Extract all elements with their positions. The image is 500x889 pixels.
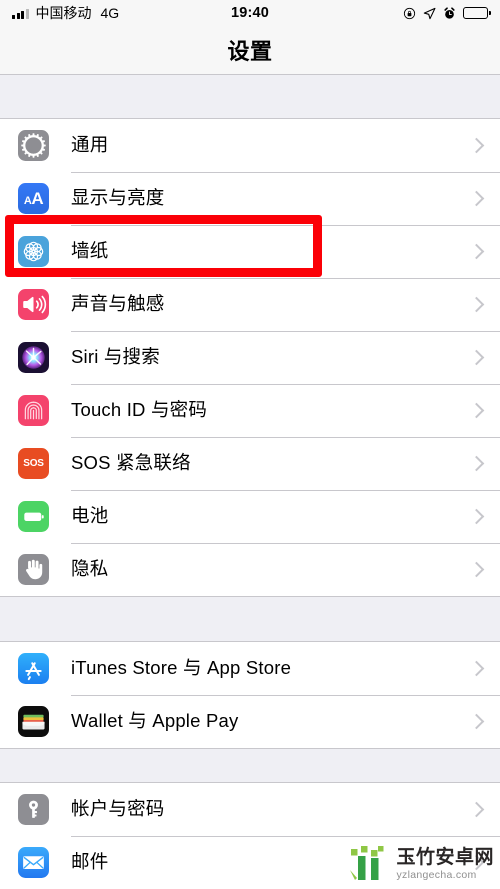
navigation-bar: 设置 [0,26,500,75]
settings-group-system: 通用 AA 显示与亮度 墙纸 声音与触感 Siri 与搜索 Touch ID 与… [0,118,500,597]
chevron-right-icon [468,455,485,472]
settings-row-privacy[interactable]: 隐私 [0,543,500,596]
location-arrow-icon [423,7,436,19]
chevron-right-icon [468,349,485,366]
settings-row-label: 电池 [71,505,109,527]
app-store-icon [18,653,49,684]
chevron-right-icon [468,190,485,207]
settings-row-label: 显示与亮度 [71,187,165,209]
settings-row-label: 墙纸 [71,240,109,262]
rotation-lock-icon [403,7,416,19]
watermark: 玉竹安卓网 yzlangecha.com [347,845,494,883]
chevron-right-icon [468,660,485,677]
settings-row-battery[interactable]: 电池 [0,490,500,543]
gear-icon [18,130,49,161]
settings-row-touch-id-passcode[interactable]: Touch ID 与密码 [0,384,500,437]
settings-row-siri-search[interactable]: Siri 与搜索 [0,331,500,384]
settings-row-emergency-sos[interactable]: SOS SOS 紧急联络 [0,437,500,490]
settings-row-wallpaper[interactable]: 墙纸 [0,225,500,278]
wallet-icon [18,706,49,737]
chevron-right-icon [468,137,485,154]
sos-icon: SOS [18,448,49,479]
settings-row-label: Siri 与搜索 [71,346,160,368]
battery-icon [463,7,491,19]
settings-row-sounds-haptics[interactable]: 声音与触感 [0,278,500,331]
settings-row-label: 声音与触感 [71,293,165,315]
alarm-clock-icon [444,6,455,19]
watermark-logo-icon [350,846,384,880]
settings-row-label: iTunes Store 与 App Store [71,657,292,679]
settings-row-label: Wallet 与 Apple Pay [71,710,239,732]
settings-row-label: 隐私 [71,558,109,580]
envelope-icon [18,847,49,878]
status-bar: 中国移动 4G 19:40 [0,0,500,26]
chevron-right-icon [468,713,485,730]
siri-icon [18,342,49,373]
settings-row-label: 邮件 [71,851,109,873]
settings-row-itunes-app-store[interactable]: iTunes Store 与 App Store [0,642,500,695]
chevron-right-icon [468,402,485,419]
fingerprint-icon [18,395,49,426]
chevron-right-icon [468,801,485,818]
watermark-site-name: 玉竹安卓网 [396,846,494,868]
sos-icon-text: SOS [23,458,44,469]
speaker-icon [18,289,49,320]
key-icon [18,794,49,825]
flower-icon [18,236,49,267]
settings-row-label: 帐户与密码 [71,798,165,820]
settings-scroll-view[interactable]: 通用 AA 显示与亮度 墙纸 声音与触感 Siri 与搜索 Touch ID 与… [0,75,500,889]
settings-row-wallet-apple-pay[interactable]: Wallet 与 Apple Pay [0,695,500,748]
settings-row-general[interactable]: 通用 [0,119,500,172]
text-size-icon: AA [18,183,49,214]
watermark-site-url: yzlangecha.com [396,868,477,881]
settings-row-label: Touch ID 与密码 [71,399,208,421]
section-gap [0,75,500,118]
settings-group-stores: iTunes Store 与 App Store Wallet 与 Apple … [0,641,500,749]
battery-icon [18,501,49,532]
section-gap [0,749,500,782]
status-bar-right [403,6,491,20]
chevron-right-icon [468,296,485,313]
chevron-right-icon [468,243,485,260]
chevron-right-icon [468,508,485,525]
section-gap [0,597,500,641]
settings-row-accounts-passwords[interactable]: 帐户与密码 [0,783,500,836]
settings-row-label: SOS 紧急联络 [71,452,191,474]
page-title: 设置 [227,39,273,64]
settings-row-label: 通用 [71,134,109,156]
hand-icon [18,554,49,585]
watermark-text: 玉竹安卓网 yzlangecha.com [396,848,494,881]
settings-row-display-brightness[interactable]: AA 显示与亮度 [0,172,500,225]
chevron-right-icon [468,561,485,578]
